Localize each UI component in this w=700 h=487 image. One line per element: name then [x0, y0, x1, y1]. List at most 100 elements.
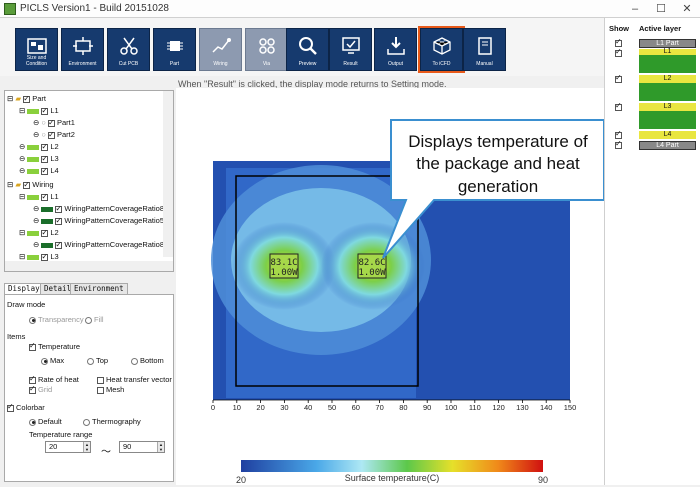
tree-node-part1[interactable]: ⊖ ○ Part1 — [33, 117, 75, 129]
colorbar-title: Surface temperature(C) — [345, 473, 440, 483]
part2-power-label: 1.00W — [358, 268, 386, 278]
tree-checkbox[interactable] — [41, 105, 49, 117]
magnifier-icon — [298, 37, 317, 55]
tree-node-wiring[interactable]: ⊟ ▰ Wiring — [7, 179, 54, 191]
transparency-radio[interactable]: Transparency — [29, 315, 84, 324]
x-tick-label: 0 — [211, 403, 215, 412]
x-tick-label: 150 — [564, 403, 577, 412]
show-l2-checkbox[interactable] — [615, 73, 622, 83]
app-logo-icon — [4, 3, 16, 15]
show-l1-checkbox[interactable] — [615, 47, 622, 57]
wiring-icon — [211, 38, 231, 53]
items-label: Items — [7, 332, 26, 341]
colorbar-checkbox[interactable]: Colorbar — [7, 402, 45, 412]
part-icon: ○ — [41, 118, 46, 127]
rate-of-heat-checkbox[interactable]: Rate of heat — [29, 374, 79, 384]
draw-mode-label: Draw mode — [7, 300, 46, 309]
cut-pcb-button[interactable]: Cut PCB — [107, 28, 150, 71]
wiring-chip-icon — [41, 206, 54, 212]
environment-button[interactable]: Environment — [61, 28, 104, 71]
bottom-radio[interactable]: Bottom — [131, 356, 164, 365]
result-view[interactable]: 83.1C 1.00W 82.6C 1.00W 0 10 20 30 40 50 60 70 8… — [176, 88, 605, 485]
top-radio[interactable]: Top — [87, 356, 108, 365]
part-button[interactable]: Part — [153, 28, 196, 71]
mesh-checkbox[interactable]: Mesh — [97, 385, 124, 394]
tree-checkbox[interactable] — [23, 93, 31, 105]
size-and-condition-button[interactable]: Size and Condition — [15, 28, 58, 71]
wiring-chip-icon — [41, 218, 54, 224]
tree-checkbox[interactable] — [41, 153, 49, 165]
layer-l4-part[interactable]: L4 Part — [639, 141, 696, 150]
tree-node-l1[interactable]: ⊟ L1 — [19, 105, 59, 117]
tree-node-l4[interactable]: ⊖ L4 — [19, 165, 59, 177]
layer-l4[interactable]: L4 — [639, 131, 696, 139]
fill-radio[interactable]: Fill — [85, 315, 104, 324]
tree-node-wiring-l1[interactable]: ⊟ L1 — [19, 191, 59, 203]
layer-l2-body — [639, 83, 696, 101]
x-tick-label: 120 — [492, 403, 505, 412]
tree-node-wiring-ratio[interactable]: ⊖ WiringPatternCoverageRatio8 — [33, 239, 164, 251]
tree-checkbox[interactable] — [41, 141, 49, 153]
layer-chip-icon — [27, 254, 40, 260]
tree-checkbox[interactable] — [55, 203, 63, 215]
max-radio[interactable]: Max — [41, 356, 64, 365]
minimize-button[interactable]: – — [622, 0, 648, 18]
via-button[interactable]: Via — [245, 28, 288, 71]
to-icfd-button[interactable]: To iCFD — [418, 26, 465, 73]
tree-checkbox[interactable] — [55, 239, 63, 251]
show-l4-part-checkbox[interactable] — [615, 139, 622, 149]
tree-checkbox[interactable] — [48, 129, 55, 141]
tree-node-part2[interactable]: ⊖ ○ Part2 — [33, 129, 75, 141]
thermography-radio[interactable]: Thermography — [83, 417, 141, 426]
temp-min-stepper[interactable]: 20 ▲ ▼ — [45, 441, 91, 453]
tree-node-wiring-l2[interactable]: ⊟ L2 — [19, 227, 59, 239]
part1-power-label: 1.00W — [270, 268, 298, 278]
tree-node-l2[interactable]: ⊖ L2 — [19, 141, 59, 153]
show-l4-checkbox[interactable] — [615, 129, 622, 139]
temperature-checkbox[interactable]: Temperature — [29, 341, 80, 351]
show-l3-checkbox[interactable] — [615, 101, 622, 111]
tree-node-wiring-ratio[interactable]: ⊖ WiringPatternCoverageRatio8 — [33, 203, 164, 215]
preview-button[interactable]: Preview — [286, 28, 329, 71]
x-tick-label: 140 — [540, 403, 553, 412]
x-tick-label: 110 — [469, 403, 481, 412]
layer-l3[interactable]: L3 — [639, 103, 696, 111]
tree-checkbox[interactable] — [55, 215, 63, 227]
tree-checkbox[interactable] — [41, 191, 49, 203]
tree-node-wiring-ratio[interactable]: ⊖ WiringPatternCoverageRatio5 — [33, 215, 164, 227]
result-button[interactable]: Result — [329, 28, 372, 71]
part-icon: ○ — [41, 130, 46, 139]
layer-l1-part[interactable]: L1 Part — [639, 39, 696, 48]
show-l1-part-checkbox[interactable] — [615, 37, 622, 47]
tree-checkbox[interactable] — [23, 179, 31, 191]
layer-l3-body — [639, 111, 696, 129]
tree-horizontal-scrollbar[interactable] — [5, 261, 173, 271]
tree-checkbox[interactable] — [41, 227, 49, 239]
wiring-button[interactable]: Wiring — [199, 28, 242, 71]
layer-chip-icon — [27, 168, 40, 174]
tree-node-part[interactable]: ⊟ ▰ Part — [7, 93, 46, 105]
temperature-range-label: Temperature range — [29, 430, 93, 439]
tree-checkbox[interactable] — [41, 251, 49, 263]
manual-button[interactable]: Manual — [463, 28, 506, 71]
tree-node-l3[interactable]: ⊖ L3 — [19, 153, 59, 165]
x-tick-label: 40 — [304, 403, 312, 412]
tree-checkbox[interactable] — [48, 117, 55, 129]
grid-checkbox[interactable]: Grid — [29, 384, 52, 394]
tree-vertical-scrollbar[interactable] — [163, 91, 173, 257]
maximize-button[interactable]: ☐ — [648, 0, 674, 18]
layer-panel: Show Active layer L1 Part L1 L2 L3 L4 L4… — [604, 18, 700, 485]
x-tick-label: 90 — [423, 403, 431, 412]
toolbar: Size and Condition Environment Cut PCB P… — [0, 18, 604, 76]
default-radio[interactable]: Default — [29, 417, 62, 426]
layer-l2[interactable]: L2 — [639, 75, 696, 83]
tree-checkbox[interactable] — [41, 165, 49, 177]
output-button[interactable]: Output — [374, 28, 417, 71]
heat-transfer-vector-checkbox[interactable]: Heat transfer vector — [97, 375, 172, 384]
colorbar — [241, 460, 543, 472]
colorbar-min-label: 20 — [236, 475, 246, 485]
environment-icon — [72, 37, 93, 55]
layer-l1-body — [639, 55, 696, 73]
temp-max-stepper[interactable]: 90 ▲ ▼ — [119, 441, 165, 453]
close-button[interactable]: ✕ — [674, 0, 700, 18]
